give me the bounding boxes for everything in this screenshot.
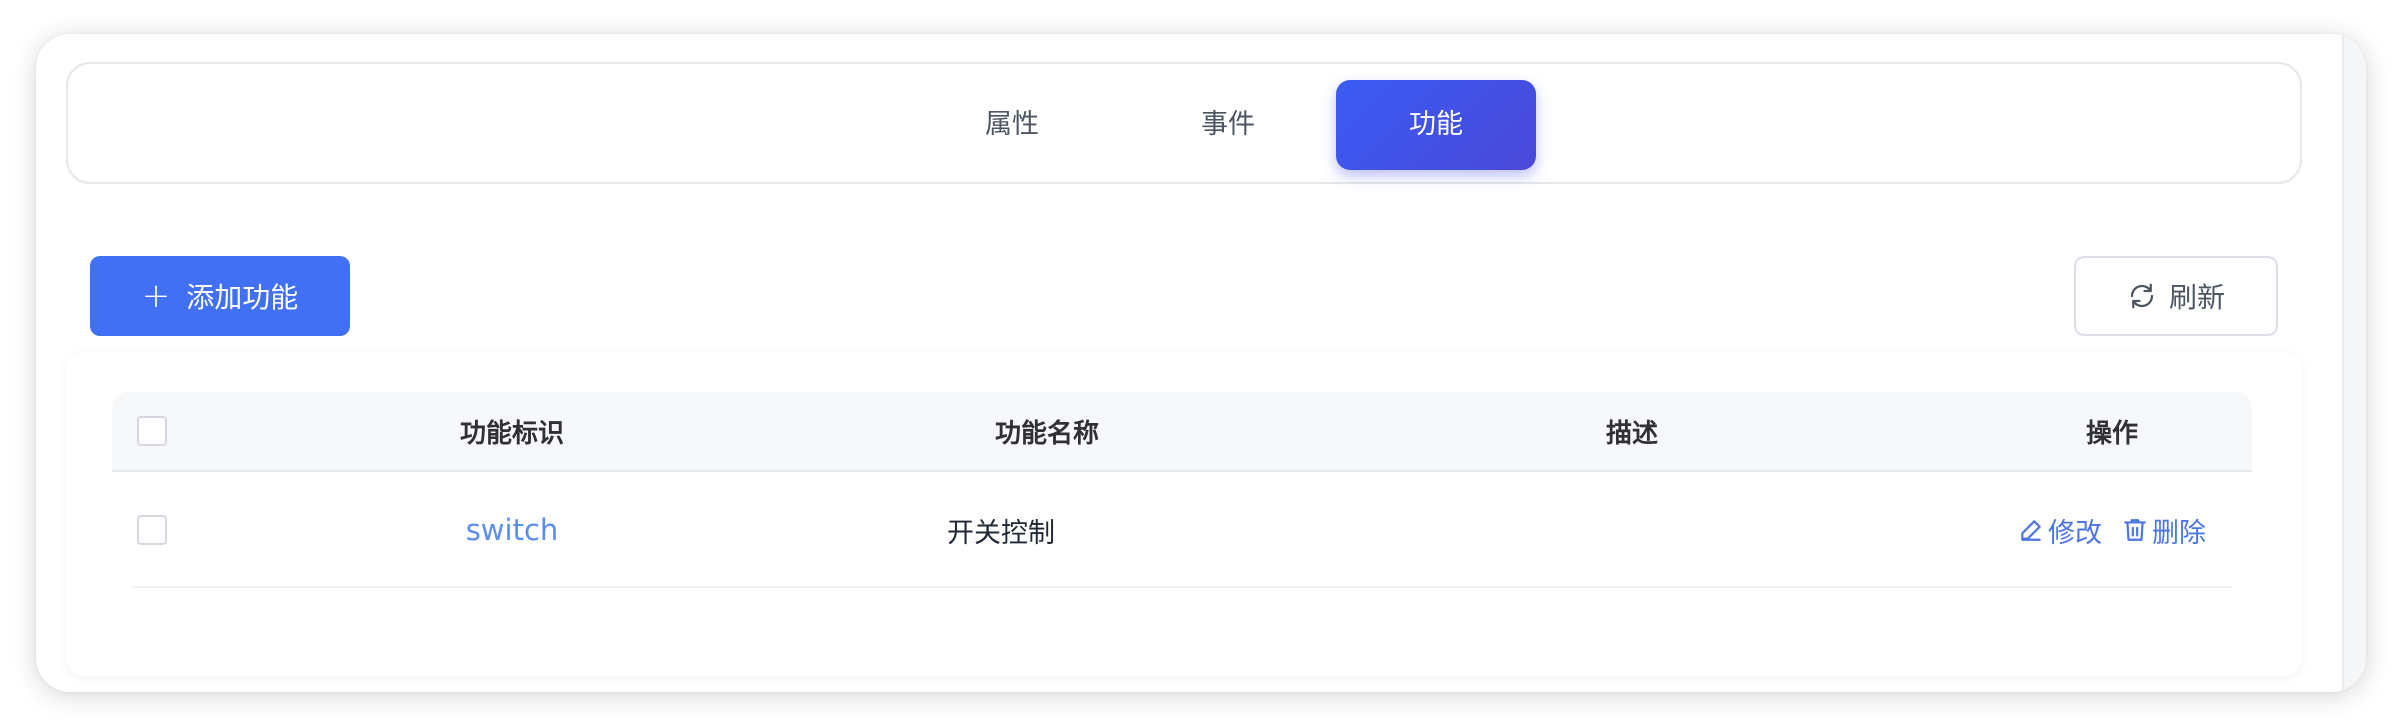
select-all-checkbox[interactable]	[137, 416, 167, 446]
scrollbar-track[interactable]	[2342, 34, 2366, 692]
row-function-name-cell: 开关控制	[947, 472, 1147, 588]
row-function-id[interactable]: switch	[412, 472, 612, 588]
row-checkbox[interactable]	[137, 515, 167, 545]
header-function-name: 功能名称	[994, 418, 1099, 449]
table-header: 功能标识 功能名称 描述 操作	[112, 392, 2252, 472]
plus-icon: +	[141, 276, 171, 316]
tab-properties[interactable]: 属性	[922, 80, 1102, 170]
row-function-name: 开关控制	[947, 517, 1055, 549]
refresh-icon	[2127, 281, 2157, 311]
select-all-cell	[122, 392, 182, 470]
refresh-label: 刷新	[2168, 281, 2225, 314]
edit-label: 修改	[2048, 517, 2102, 549]
tab-functions[interactable]: 功能	[1336, 80, 1536, 170]
page: 属性 事件 功能 + 添加功能 刷新 功能标识 功能名称 描述 操作 switc…	[0, 0, 2402, 728]
tab-events[interactable]: 事件	[1138, 80, 1318, 170]
add-function-button[interactable]: + 添加功能	[90, 256, 350, 336]
table-row: switch 开关控制 修改 删除	[112, 472, 2252, 588]
row-select-cell	[122, 472, 182, 588]
edit-icon	[2018, 517, 2044, 543]
row-actions: 修改 删除	[1972, 472, 2252, 588]
row-description	[1532, 472, 1732, 588]
delete-label: 删除	[2152, 517, 2206, 549]
delete-button[interactable]: 删除	[2122, 511, 2206, 550]
header-description: 描述	[1605, 418, 1658, 449]
header-function-id: 功能标识	[459, 418, 564, 449]
header-actions: 操作	[2085, 418, 2138, 449]
edit-button[interactable]: 修改	[2018, 511, 2102, 550]
main-card: 属性 事件 功能 + 添加功能 刷新 功能标识 功能名称 描述 操作 switc…	[36, 34, 2366, 692]
add-function-label: 添加功能	[186, 281, 299, 314]
row-divider	[132, 586, 2232, 588]
trash-icon	[2122, 517, 2148, 543]
refresh-button[interactable]: 刷新	[2074, 256, 2278, 336]
functions-table: 功能标识 功能名称 描述 操作 switch 开关控制 修改 删除	[66, 352, 2302, 676]
tab-bar: 属性 事件 功能	[66, 62, 2302, 184]
